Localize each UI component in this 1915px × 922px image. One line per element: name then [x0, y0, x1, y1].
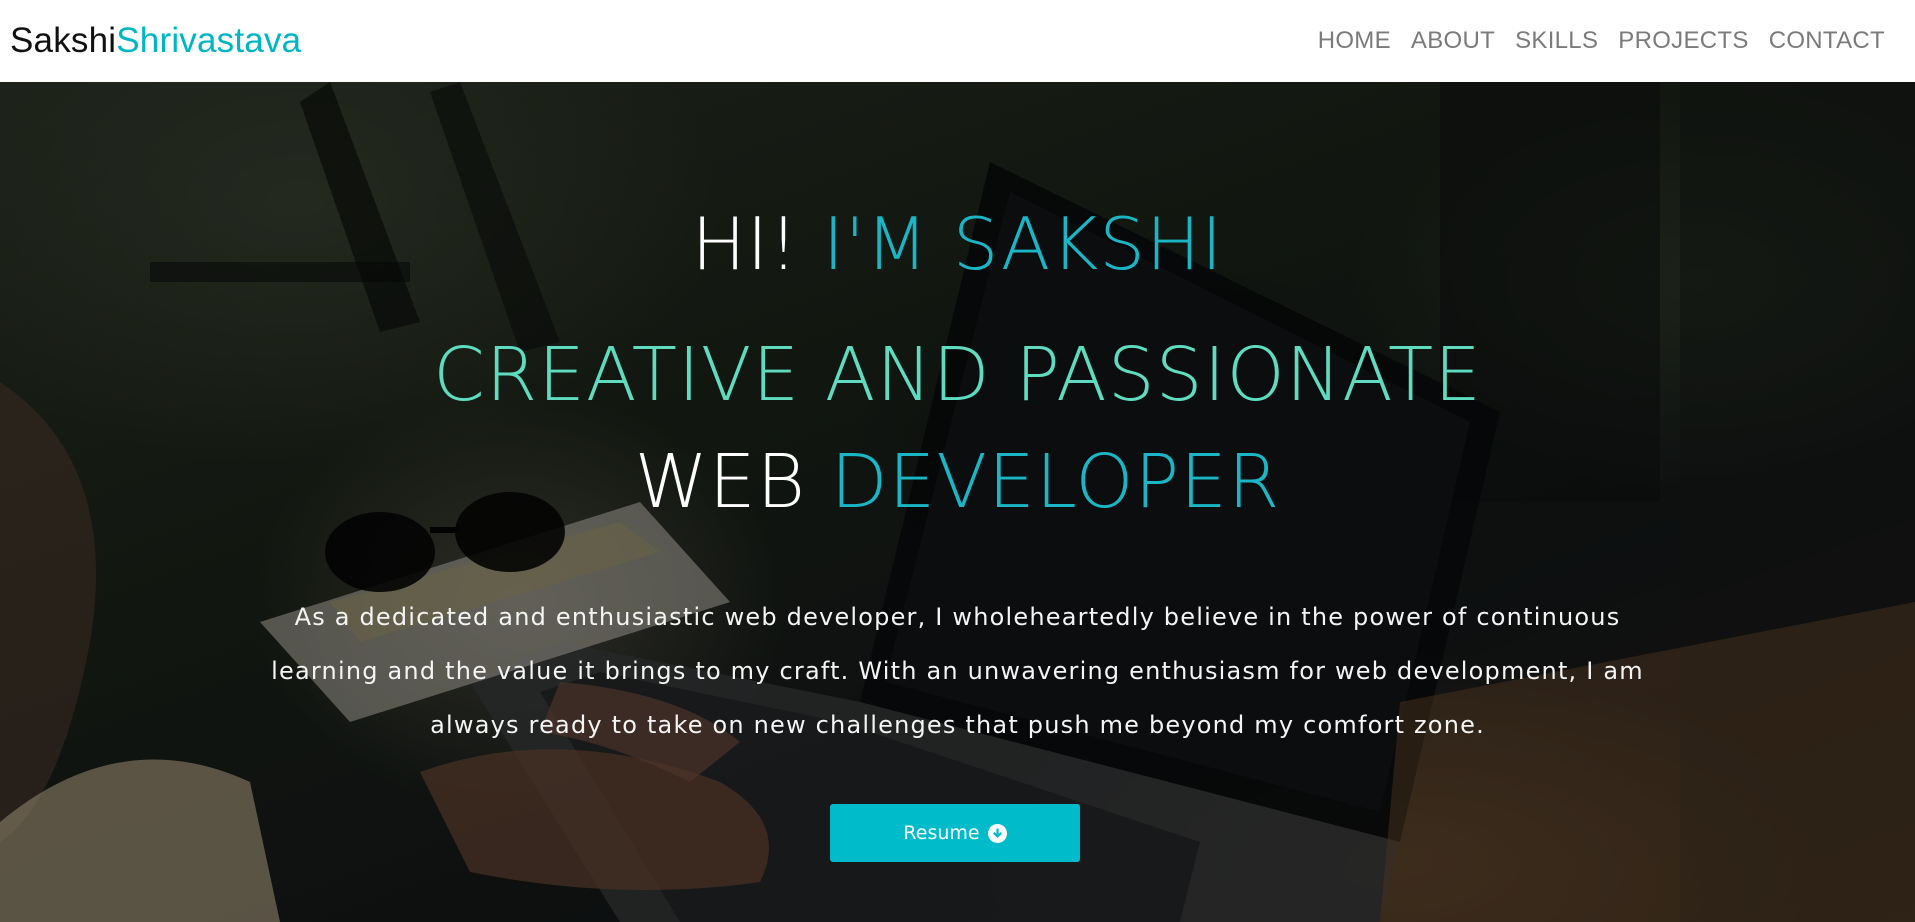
nav-link-about[interactable]: ABOUT — [1401, 27, 1505, 55]
resume-label: Resume — [903, 822, 980, 844]
hero-role: WEB DEVELOPER — [0, 439, 1915, 525]
hero-section: HI! I'M SAKSHI CREATIVE AND PASSIONATE W… — [0, 82, 1915, 922]
nav-link-projects[interactable]: PROJECTS — [1608, 27, 1758, 55]
brand-first-name: Sakshi — [10, 21, 117, 60]
role-highlight: DEVELOPER — [830, 439, 1281, 525]
nav-links: HOME ABOUT SKILLS PROJECTS CONTACT — [1308, 27, 1895, 55]
role-prefix: WEB — [634, 439, 807, 525]
greeting-name: I'M SAKSHI — [822, 202, 1224, 286]
brand-logo[interactable]: Sakshi Shrivastava — [10, 21, 301, 61]
navbar: Sakshi Shrivastava HOME ABOUT SKILLS PROJ… — [0, 0, 1915, 82]
greeting-prefix: HI! — [691, 202, 799, 286]
nav-link-home[interactable]: HOME — [1308, 27, 1401, 55]
hero-content: HI! I'M SAKSHI CREATIVE AND PASSIONATE W… — [0, 82, 1915, 922]
brand-last-name: Shrivastava — [116, 21, 302, 60]
resume-button[interactable]: Resume — [830, 804, 1080, 862]
hero-description: As a dedicated and enthusiastic web deve… — [271, 603, 1644, 739]
hero-greeting: HI! I'M SAKSHI — [0, 202, 1915, 286]
download-circle-icon — [987, 823, 1007, 843]
hero-tagline: CREATIVE AND PASSIONATE — [433, 332, 1482, 418]
nav-link-skills[interactable]: SKILLS — [1505, 27, 1608, 55]
nav-link-contact[interactable]: CONTACT — [1759, 27, 1895, 55]
